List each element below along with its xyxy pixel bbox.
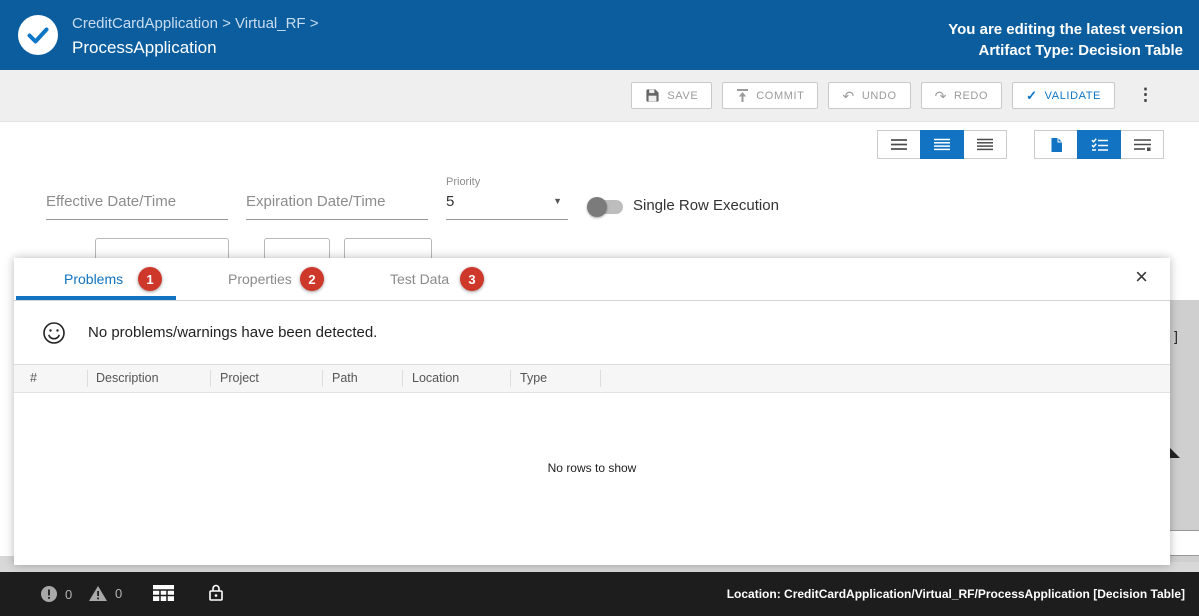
redo-button[interactable]: ↷ REDO (921, 82, 1003, 109)
column-separator (600, 370, 601, 387)
version-info: You are editing the latest version Artif… (948, 19, 1183, 61)
validate-check-icon: ✓ (1026, 89, 1038, 102)
version-note: You are editing the latest version (948, 19, 1183, 40)
warning-count-indicator[interactable]: 0 (88, 585, 122, 602)
warning-icon (88, 585, 108, 602)
effective-date-input[interactable]: Effective Date/Time (46, 193, 228, 220)
checkmark-icon (27, 27, 49, 44)
undo-icon: ↶ (842, 89, 854, 103)
column-separator (402, 370, 403, 387)
overflow-menu-button[interactable]: ⋮ (1137, 85, 1154, 105)
rule-checklist-view-button[interactable] (1077, 130, 1121, 159)
lines-icon (891, 138, 907, 151)
lock-button[interactable] (208, 583, 224, 603)
problems-table-body: No rows to show (14, 393, 1170, 565)
single-row-execution-toggle[interactable] (590, 200, 623, 214)
commit-button-label: COMMIT (756, 90, 804, 102)
no-problems-message: No problems/warnings have been detected. (88, 324, 377, 341)
lines-sub-icon (1134, 138, 1151, 152)
column-header-location[interactable]: Location (412, 371, 459, 385)
column-separator (210, 370, 211, 387)
summary-view-button[interactable] (1120, 130, 1164, 159)
main-toolbar: SAVE COMMIT ↶ UNDO ↷ REDO ✓ VALIDATE (0, 70, 1199, 122)
save-button-label: SAVE (667, 90, 698, 102)
column-separator (87, 370, 88, 387)
error-count-indicator[interactable]: 0 (40, 585, 72, 603)
close-panel-button[interactable]: × (1135, 264, 1148, 290)
redo-icon: ↷ (935, 89, 947, 103)
single-row-execution-label: Single Row Execution (633, 197, 779, 214)
expiration-date-input[interactable]: Expiration Date/Time (246, 193, 428, 220)
artifact-type: Artifact Type: Decision Table (948, 40, 1183, 61)
column-separator (322, 370, 323, 387)
standard-rows-view-button[interactable] (920, 130, 964, 159)
column-header-type[interactable]: Type (520, 371, 547, 385)
priority-label: Priority (446, 176, 480, 188)
smiley-icon (42, 321, 66, 345)
app-window: CreditCardApplication > Virtual_RF > Pro… (0, 0, 1199, 616)
save-icon (645, 88, 660, 103)
priority-value: 5 (446, 193, 454, 210)
compact-rows-view-button[interactable] (877, 130, 921, 159)
redo-button-label: REDO (954, 90, 988, 102)
document-view-button[interactable] (1034, 130, 1078, 159)
chevron-down-icon: ▼ (553, 196, 562, 206)
lines-icon (977, 138, 993, 151)
tab-test-data[interactable]: Test Data (390, 271, 449, 287)
annotation-callout-3: 3 (460, 267, 484, 291)
app-logo-icon (18, 15, 58, 55)
toolbar-button-group: SAVE COMMIT ↶ UNDO ↷ REDO ✓ VALIDATE (631, 82, 1115, 109)
problems-panel: Problems 1 Properties 2 Test Data 3 × No… (14, 258, 1170, 565)
save-button[interactable]: SAVE (631, 82, 712, 109)
column-header-path[interactable]: Path (332, 371, 358, 385)
location-text: Location: CreditCardApplication/Virtual_… (727, 587, 1185, 601)
commit-icon (736, 88, 749, 103)
warning-count: 0 (115, 586, 122, 601)
annotation-callout-2: 2 (300, 267, 324, 291)
active-tab-indicator (16, 296, 176, 300)
document-icon (1050, 137, 1063, 153)
app-header: CreditCardApplication > Virtual_RF > Pro… (0, 0, 1199, 70)
validate-button[interactable]: ✓ VALIDATE (1012, 82, 1115, 109)
validate-button-label: VALIDATE (1045, 90, 1101, 102)
status-bar: 0 0 Locati (0, 572, 1199, 616)
column-separator (510, 370, 511, 387)
text-fragment: ] (1174, 328, 1178, 344)
commit-button[interactable]: COMMIT (722, 82, 818, 109)
dense-rows-view-button[interactable] (963, 130, 1007, 159)
lines-icon (934, 138, 950, 151)
column-header-number[interactable]: # (30, 371, 37, 385)
view-toolbar (0, 122, 1199, 165)
error-icon (40, 585, 58, 603)
corner-triangle-fragment (1170, 448, 1180, 458)
problems-table-header: # Description Project Path Location Type (14, 365, 1170, 393)
priority-select[interactable]: 5 ▼ (446, 193, 568, 220)
breadcrumb[interactable]: CreditCardApplication > Virtual_RF > (72, 15, 319, 32)
toggle-knob (587, 197, 607, 217)
no-problems-row: No problems/warnings have been detected. (14, 301, 1170, 365)
error-count: 0 (65, 587, 72, 602)
panel-tab-bar: Problems 1 Properties 2 Test Data 3 × (14, 258, 1170, 301)
row-view-toggle-group (878, 130, 1007, 159)
grid-view-button[interactable] (153, 585, 174, 601)
tab-properties[interactable]: Properties (228, 271, 292, 287)
column-header-description[interactable]: Description (96, 371, 159, 385)
undo-button[interactable]: ↶ UNDO (828, 82, 910, 109)
checklist-icon (1091, 138, 1108, 151)
column-header-project[interactable]: Project (220, 371, 259, 385)
tab-problems[interactable]: Problems (64, 271, 123, 287)
page-title: ProcessApplication (72, 38, 217, 58)
no-rows-message: No rows to show (14, 461, 1170, 475)
lock-icon (208, 583, 224, 603)
annotation-callout-1: 1 (138, 267, 162, 291)
table-icon (153, 585, 174, 601)
undo-button-label: UNDO (862, 90, 897, 102)
editor-view-toggle-group (1035, 130, 1164, 159)
